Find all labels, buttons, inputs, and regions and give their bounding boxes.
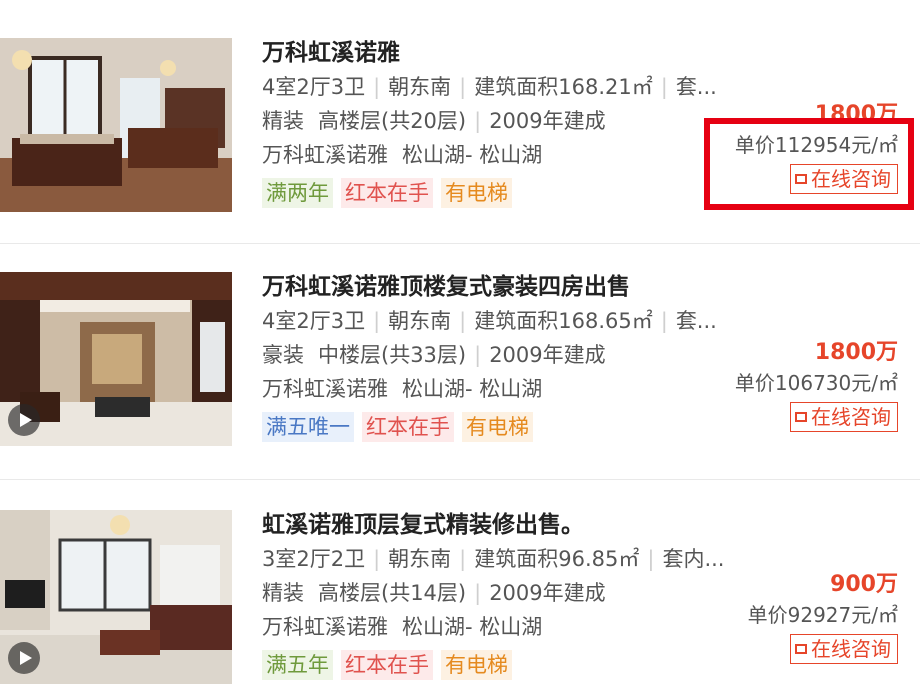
room-layout: 3室2厅2卫 xyxy=(262,547,366,571)
price-column: 1800万 单价106730元/㎡ 在线咨询 xyxy=(735,338,898,432)
floor-level: 高楼层(共20层) xyxy=(318,109,467,133)
district-name[interactable]: 松山湖- 松山湖 xyxy=(402,377,542,401)
room-layout: 4室2厅3卫 xyxy=(262,75,366,99)
consult-button[interactable]: 在线咨询 xyxy=(790,402,898,432)
extra-spec: 套... xyxy=(675,309,717,333)
tag-list: 满五年 红本在手 有电梯 xyxy=(262,650,702,682)
consult-label: 在线咨询 xyxy=(811,405,891,429)
orientation: 朝东南 xyxy=(388,75,452,99)
divider: | xyxy=(373,75,381,99)
room-layout: 4室2厅3卫 xyxy=(262,309,366,333)
decoration: 豪装 xyxy=(262,343,304,367)
community-name[interactable]: 万科虹溪诺雅 xyxy=(262,615,388,639)
listing-info: 万科虹溪诺雅 4室2厅3卫 | 朝东南 | 建筑面积168.21㎡ | 套... 精装 高楼层… xyxy=(262,36,717,210)
play-icon[interactable] xyxy=(8,404,40,436)
highlight-annotation xyxy=(704,118,914,210)
tag-blue: 满五唯一 xyxy=(262,412,354,442)
divider: | xyxy=(474,581,482,605)
floor-level: 高楼层(共14层) xyxy=(318,581,467,605)
extra-spec: 套... xyxy=(675,75,717,99)
tag-orange: 有电梯 xyxy=(441,650,512,680)
tag-list: 满两年 红本在手 有电梯 xyxy=(262,178,702,210)
floor-level: 中楼层(共33层) xyxy=(318,343,467,367)
listing-photo[interactable] xyxy=(0,510,232,684)
floor-area: 建筑面积168.21㎡ xyxy=(474,75,653,99)
divider: | xyxy=(660,309,668,333)
chat-icon xyxy=(795,411,807,422)
listing-info: 虹溪诺雅顶层复式精装修出售。 3室2厅2卫 | 朝东南 | 建筑面积96.85㎡ | 套内.… xyxy=(262,508,724,682)
build-year: 2009年建成 xyxy=(489,109,606,133)
listing-item[interactable]: 万科虹溪诺雅顶楼复式豪装四房出售 4室2厅3卫 | 朝东南 | 建筑面积168.65㎡ |… xyxy=(0,244,920,480)
decoration: 精装 xyxy=(262,109,304,133)
listing-info: 万科虹溪诺雅顶楼复式豪装四房出售 4室2厅3卫 | 朝东南 | 建筑面积168.65㎡ |… xyxy=(262,270,717,444)
unit-price: 单价92927元/㎡ xyxy=(747,603,898,627)
floor-area: 建筑面积96.85㎡ xyxy=(474,547,640,571)
divider: | xyxy=(647,547,655,571)
total-price: 1800万 xyxy=(814,340,898,365)
listing-page: 万科虹溪诺雅 4室2厅3卫 | 朝东南 | 建筑面积168.21㎡ | 套... 精装 高楼层… xyxy=(0,0,920,700)
tag-orange: 有电梯 xyxy=(462,412,533,442)
district-name[interactable]: 松山湖- 松山湖 xyxy=(402,615,542,639)
listing-photo[interactable] xyxy=(0,38,232,212)
consult-label: 在线咨询 xyxy=(811,637,891,661)
tag-green: 满两年 xyxy=(262,178,333,208)
listing-specs: 4室2厅3卫 | 朝东南 | 建筑面积168.65㎡ | 套... xyxy=(262,304,717,338)
district-name[interactable]: 松山湖- 松山湖 xyxy=(402,143,542,167)
extra-spec: 套内... xyxy=(662,547,725,571)
tag-red: 红本在手 xyxy=(362,412,454,442)
unit-price: 单价106730元/㎡ xyxy=(734,371,898,395)
listing-title[interactable]: 万科虹溪诺雅顶楼复式豪装四房出售 xyxy=(262,270,702,304)
orientation: 朝东南 xyxy=(388,547,452,571)
price-column: 900万 单价92927元/㎡ 在线咨询 xyxy=(748,570,898,664)
tag-red: 红本在手 xyxy=(341,178,433,208)
community-name[interactable]: 万科虹溪诺雅 xyxy=(262,143,388,167)
listing-photo[interactable] xyxy=(0,272,232,446)
divider: | xyxy=(660,75,668,99)
chat-icon xyxy=(795,643,807,654)
divider: | xyxy=(459,75,467,99)
orientation: 朝东南 xyxy=(388,309,452,333)
listing-details: 豪装 中楼层(共33层) | 2009年建成 xyxy=(262,338,702,372)
floor-area: 建筑面积168.65㎡ xyxy=(474,309,653,333)
divider: | xyxy=(459,309,467,333)
listing-location: 万科虹溪诺雅 松山湖- 松山湖 xyxy=(262,138,702,172)
listing-details: 精装 高楼层(共14层) | 2009年建成 xyxy=(262,576,702,610)
play-icon[interactable] xyxy=(8,642,40,674)
listing-location: 万科虹溪诺雅 松山湖- 松山湖 xyxy=(262,610,702,644)
consult-button[interactable]: 在线咨询 xyxy=(790,634,898,664)
listing-item[interactable]: 虹溪诺雅顶层复式精装修出售。 3室2厅2卫 | 朝东南 | 建筑面积96.85㎡ | 套内.… xyxy=(0,480,920,700)
build-year: 2009年建成 xyxy=(489,343,606,367)
divider: | xyxy=(373,309,381,333)
build-year: 2009年建成 xyxy=(489,581,606,605)
tag-list: 满五唯一 红本在手 有电梯 xyxy=(262,412,702,444)
divider: | xyxy=(474,343,482,367)
total-price: 900万 xyxy=(830,572,898,597)
tag-green: 满五年 xyxy=(262,650,333,680)
listing-specs: 4室2厅3卫 | 朝东南 | 建筑面积168.21㎡ | 套... xyxy=(262,70,717,104)
tag-orange: 有电梯 xyxy=(441,178,512,208)
listing-title[interactable]: 万科虹溪诺雅 xyxy=(262,36,702,70)
listing-title[interactable]: 虹溪诺雅顶层复式精装修出售。 xyxy=(262,508,702,542)
divider: | xyxy=(373,547,381,571)
divider: | xyxy=(474,109,482,133)
living-room-photo xyxy=(0,38,232,212)
listing-location: 万科虹溪诺雅 松山湖- 松山湖 xyxy=(262,372,702,406)
listing-specs: 3室2厅2卫 | 朝东南 | 建筑面积96.85㎡ | 套内... xyxy=(262,542,724,576)
divider: | xyxy=(459,547,467,571)
decoration: 精装 xyxy=(262,581,304,605)
community-name[interactable]: 万科虹溪诺雅 xyxy=(262,377,388,401)
listing-details: 精装 高楼层(共20层) | 2009年建成 xyxy=(262,104,702,138)
tag-red: 红本在手 xyxy=(341,650,433,680)
